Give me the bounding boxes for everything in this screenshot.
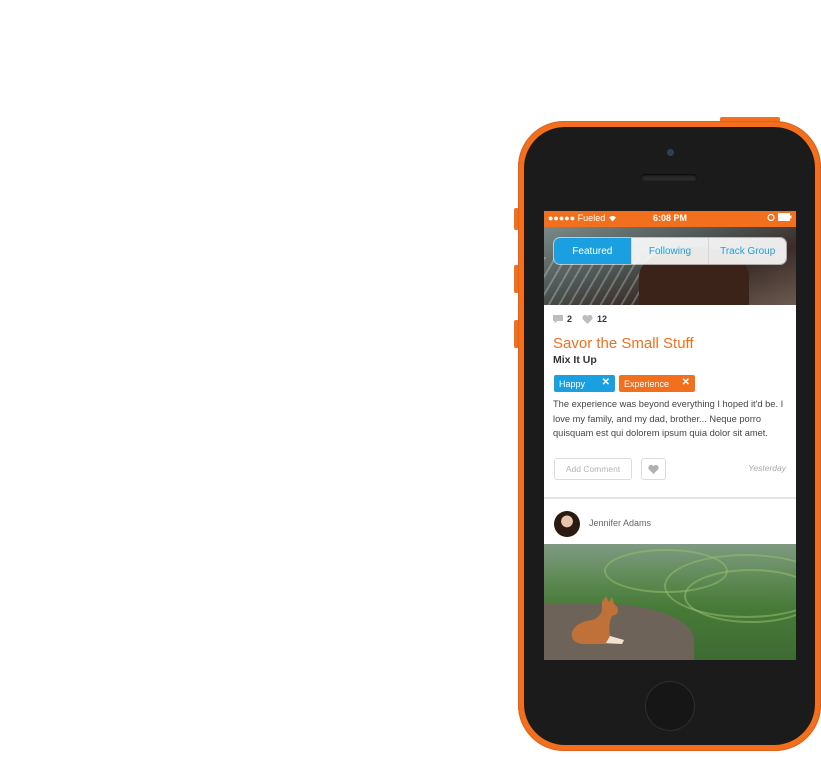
- like-button[interactable]: [641, 458, 666, 480]
- post-photo[interactable]: [544, 544, 796, 660]
- status-time: 6:08 PM: [652, 213, 687, 223]
- like-count: 12: [597, 314, 608, 324]
- author-name[interactable]: Jennifer Adams: [589, 518, 651, 528]
- app-screen: ●●●●● Fueled 6:08 PM Featured Following …: [544, 211, 796, 660]
- tab-following[interactable]: Following: [630, 238, 709, 264]
- tab-track-group[interactable]: Track Group: [708, 238, 786, 264]
- tag-experience[interactable]: Experience ✕: [619, 375, 695, 392]
- post-title[interactable]: Savor the Small Stuff: [553, 335, 694, 352]
- comment-count: 2: [567, 314, 573, 324]
- alarm-icon: [767, 213, 776, 222]
- tag-label: Experience: [624, 378, 670, 389]
- comment-icon[interactable]: [553, 314, 563, 324]
- dog-figure: [571, 596, 624, 644]
- status-bar: ●●●●● Fueled 6:08 PM: [544, 211, 796, 227]
- front-camera: [667, 149, 674, 156]
- post-stats: 2 12: [553, 314, 607, 324]
- status-right-icons: [767, 213, 792, 223]
- photo-terrace: [604, 549, 728, 593]
- add-comment-input[interactable]: Add Comment: [554, 458, 632, 480]
- segmented-tabs: Featured Following Track Group: [554, 238, 786, 264]
- post-divider: [544, 497, 796, 499]
- home-button: [645, 681, 695, 731]
- remove-tag-icon[interactable]: ✕: [682, 377, 690, 388]
- remove-tag-icon[interactable]: ✕: [602, 377, 610, 388]
- post-body: The experience was beyond everything I h…: [553, 399, 784, 438]
- avatar[interactable]: [554, 511, 580, 537]
- heart-icon[interactable]: [582, 314, 593, 324]
- tab-featured[interactable]: Featured: [554, 238, 631, 264]
- battery-icon: [778, 213, 792, 221]
- post-subtitle: Mix It Up: [553, 354, 597, 366]
- heart-icon: [648, 464, 659, 474]
- post-timestamp: Yesterday: [748, 463, 786, 473]
- earpiece-speaker: [641, 174, 697, 181]
- tag-label: Happy: [559, 378, 586, 389]
- tag-happy[interactable]: Happy ✕: [554, 375, 615, 392]
